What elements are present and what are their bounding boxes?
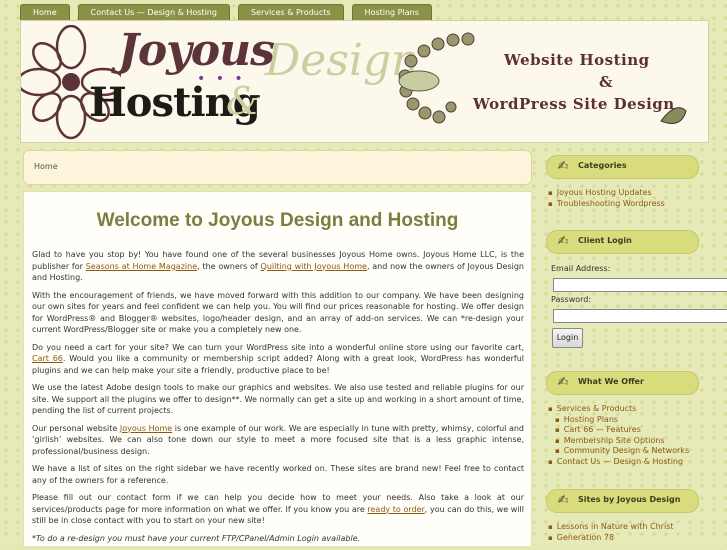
breadcrumb-home[interactable]: Home [34,162,58,171]
sites-list: Lessons in Nature with Christ Generation… [548,522,674,543]
breadcrumb: Home [23,150,532,185]
site-item[interactable]: Generation 78 [548,533,674,544]
categories-list: Joyous Hosting Updates Troubleshooting W… [548,188,665,209]
article-body: Glad to have you stop by! You have found… [32,249,524,550]
hand-writing-icon: ✍ [557,234,569,249]
sidebar: ✍ Categories Joyous Hosting Updates Trou… [538,145,727,545]
paragraph-tools: We use the latest Adobe design tools to … [32,383,524,415]
link-joyous-home[interactable]: Joyous Home [120,424,172,433]
text: Do you need a cart for your site? We can… [32,342,524,352]
paragraph-example: Our personal website Joyous Home is one … [32,423,524,458]
logo-joyous-word: Joyous [118,25,275,76]
nav-hosting-plans[interactable]: Hosting Plans [351,4,432,21]
sidebar-title: Client Login [578,236,632,245]
text: Our personal website [32,423,120,433]
category-item[interactable]: Troubleshooting Wordpress [548,199,665,210]
tagline-website-hosting: Website Hosting [504,51,650,69]
bead-necklace-icon [398,32,687,124]
offer-item[interactable]: Membership Site Options [548,436,689,447]
sidebar-title: Categories [578,161,627,170]
link-quilting[interactable]: Quilting with Joyous Home [261,262,367,271]
offer-item[interactable]: Services & Products [548,404,689,415]
password-label: Password: [551,295,592,304]
top-nav: Home Contact Us — Design & Hosting Servi… [20,4,432,21]
hand-writing-icon: ✍ [557,159,569,174]
paragraph-intro: Glad to have you stop by! You have found… [32,249,524,284]
link-seasons-at-home[interactable]: Seasons at Home Magazine [86,262,197,271]
sidebar-head-offer: ✍ What We Offer [546,371,699,395]
text: . Would you like a community or membersh… [32,354,524,375]
paragraph-encouragement: With the encouragement of friends, we ha… [32,290,524,335]
offer-item[interactable]: Cart 66 — Features [548,425,689,436]
sidebar-head-sites: ✍ Sites by Joyous Design [546,489,699,513]
offer-list: Services & Products Hosting Plans Cart 6… [548,404,689,467]
page-title: Welcome to Joyous Design and Hosting [96,210,459,231]
sidebar-title: What We Offer [578,377,644,386]
nav-home[interactable]: Home [20,4,70,21]
login-button[interactable]: Login [552,328,583,348]
site-header: Design Joyous • • • Hosting & Website Ho… [20,20,709,143]
tagline-wordpress-design: WordPress Site Design [473,95,675,113]
nav-contact[interactable]: Contact Us — Design & Hosting [77,4,230,21]
offer-item[interactable]: Hosting Plans [548,415,689,426]
sidebar-title: Sites by Joyous Design [578,495,681,504]
password-field[interactable] [553,309,727,323]
email-field[interactable] [553,278,727,292]
site-item[interactable]: Lessons in Nature with Christ [548,522,674,533]
text: , the owners of [197,261,261,271]
offer-item[interactable]: Community Design & Networks [548,446,689,457]
sidebar-head-login: ✍ Client Login [546,230,699,254]
email-label: Email Address: [551,264,611,273]
logo-ampersand: & [226,79,260,123]
paragraph-cart: Do you need a cart for your site? We can… [32,342,524,377]
nav-services[interactable]: Services & Products [237,4,344,21]
link-ready-to-order[interactable]: ready to order [367,505,424,514]
sidebar-head-categories: ✍ Categories [546,155,699,179]
paragraph-sites-list: We have a list of sites on the right sid… [32,464,524,485]
redesign-note: *To do a re-design you must have your cu… [32,533,361,543]
paragraph-contact: Please fill out our contact form if we c… [32,492,524,527]
main-content: Welcome to Joyous Design and Hosting Gla… [23,191,532,546]
hand-writing-icon: ✍ [557,375,569,390]
hand-writing-icon: ✍ [557,493,569,508]
tagline-ampersand: & [599,73,614,91]
category-item[interactable]: Joyous Hosting Updates [548,188,665,199]
offer-item[interactable]: Contact Us — Design & Hosting [548,457,689,468]
link-cart66[interactable]: Cart 66 [32,354,63,363]
